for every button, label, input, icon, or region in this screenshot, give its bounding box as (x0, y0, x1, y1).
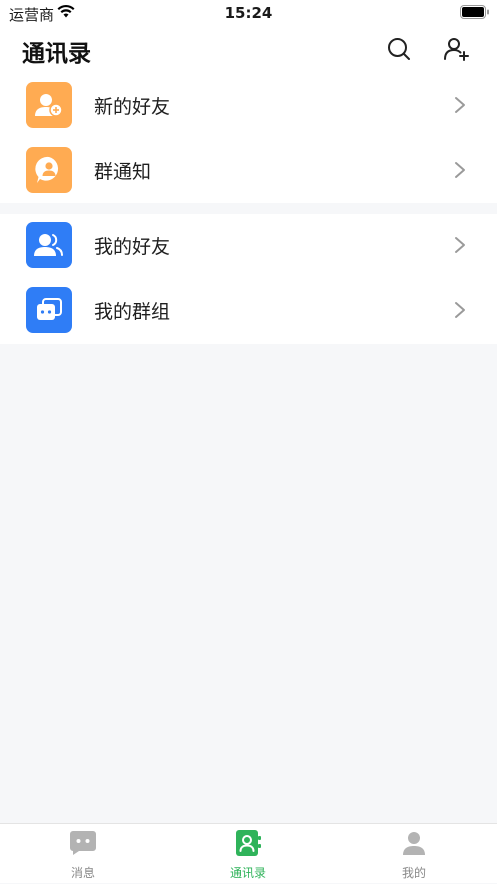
tab-label: 消息 (70, 866, 95, 880)
add-friend-icon (26, 82, 72, 128)
top-bar: 通讯录 (0, 26, 497, 74)
status-bar: 运营商 15:24 (0, 0, 497, 26)
tab-messages[interactable]: 消息 (23, 824, 143, 884)
battery-icon (460, 5, 489, 19)
list-item-my-friends[interactable]: 我的好友 (0, 214, 497, 279)
contacts-group-notifications: 新的好友 群通知 (0, 74, 497, 203)
chevron-right-icon (455, 237, 465, 253)
contacts-group-lists: 我的好友 我的群组 (0, 214, 497, 344)
bottom-tab-bar: 消息 通讯录 我的 (0, 823, 497, 883)
page-title: 通讯录 (22, 41, 91, 67)
list-item-label: 我的群组 (94, 301, 171, 323)
list-item-label: 新的好友 (94, 96, 171, 118)
chat-icon (70, 831, 96, 855)
tab-contacts[interactable]: 通讯录 (188, 824, 308, 884)
list-item-label: 我的好友 (94, 236, 171, 258)
group-notice-icon (26, 147, 72, 193)
list-item-group-notice[interactable]: 群通知 (0, 139, 497, 204)
groups-icon (26, 287, 72, 333)
profile-icon (403, 832, 425, 855)
clock: 15:24 (224, 4, 273, 22)
chevron-right-icon (455, 302, 465, 318)
tab-label: 我的 (401, 866, 426, 880)
chevron-right-icon (455, 97, 465, 113)
add-contact-icon[interactable] (443, 35, 471, 63)
search-icon[interactable] (386, 36, 412, 62)
chevron-right-icon (455, 162, 465, 178)
tab-profile[interactable]: 我的 (354, 824, 474, 884)
tab-label: 通讯录 (229, 866, 266, 880)
list-item-new-friends[interactable]: 新的好友 (0, 74, 497, 139)
list-item-label: 群通知 (94, 161, 152, 183)
list-item-my-groups[interactable]: 我的群组 (0, 279, 497, 344)
friends-icon (26, 222, 72, 268)
contacts-icon (236, 830, 261, 856)
